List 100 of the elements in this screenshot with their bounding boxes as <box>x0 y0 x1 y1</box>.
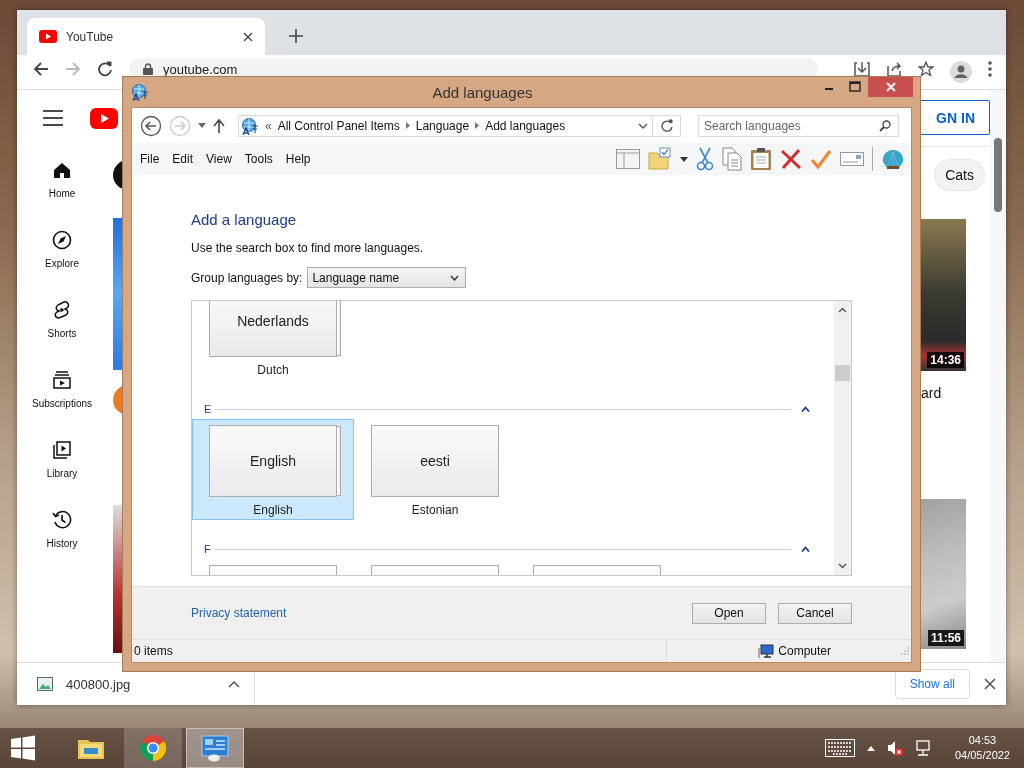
resize-grip-icon <box>901 647 909 655</box>
history-icon <box>52 509 72 530</box>
menu-item[interactable]: Edit <box>172 152 194 166</box>
close-icon <box>885 82 896 92</box>
compass-icon <box>52 229 72 250</box>
window-title: Add languages <box>431 83 534 101</box>
stacked-tile-edge <box>337 301 341 356</box>
scrollbar-thumb[interactable] <box>835 365 850 381</box>
browser-icon <box>138 733 168 763</box>
stacked-tile-edge <box>337 426 341 496</box>
page-heading: Add a language <box>191 211 298 228</box>
collapse-caret-icon[interactable] <box>801 406 810 412</box>
video-duration: 11:56 <box>927 630 964 646</box>
group-letter: E <box>204 403 212 415</box>
scissors-icon[interactable] <box>696 147 714 171</box>
language-option[interactable]: Nederlands Dutch <box>192 301 354 380</box>
group-letter: F <box>204 543 211 555</box>
breadcrumb-overflow[interactable]: « <box>265 118 272 133</box>
library-icon <box>52 439 72 460</box>
group-by-dropdown[interactable]: Language name <box>307 267 467 288</box>
address-bar[interactable]: « All Control Panel Items Language Add languages <box>238 114 654 137</box>
card-icon[interactable] <box>840 150 864 168</box>
caret-up-icon[interactable] <box>866 745 875 751</box>
menu-item[interactable]: File <box>140 152 160 166</box>
globe-language-icon <box>131 83 149 101</box>
reload-icon[interactable] <box>97 61 113 77</box>
refresh-icon <box>660 119 673 132</box>
collapse-caret-icon[interactable] <box>801 546 810 552</box>
language-name: Dutch <box>256 363 290 377</box>
dropdown-arrow-icon[interactable] <box>680 156 688 162</box>
video-title[interactable]: ard <box>921 385 942 401</box>
lock-icon <box>143 63 153 75</box>
taskbar-app[interactable] <box>124 728 182 768</box>
scrollbar-thumb[interactable] <box>994 138 1002 212</box>
show-all-button[interactable]: Show all <box>894 669 970 699</box>
dialog-button[interactable]: Open <box>692 602 766 624</box>
download-icon[interactable] <box>854 61 870 77</box>
scroll-down-icon[interactable] <box>838 563 847 569</box>
menu-item[interactable]: View <box>206 152 232 166</box>
muted-speaker-icon[interactable] <box>886 740 903 756</box>
language-option[interactable]: eesti Estonian <box>354 419 516 520</box>
language-name: English <box>252 503 294 517</box>
subscriptions-icon <box>52 369 72 390</box>
up-arrow-icon[interactable] <box>213 118 225 133</box>
scroll-up-icon[interactable] <box>838 307 847 313</box>
shorts-icon <box>52 299 72 320</box>
breadcrumb-item[interactable]: Language <box>415 118 470 133</box>
dropdown-arrow-icon[interactable] <box>198 123 206 128</box>
plus-icon[interactable] <box>289 29 303 43</box>
video-logo-icon <box>39 30 57 43</box>
computer-icon <box>758 644 775 658</box>
close-icon[interactable] <box>984 678 996 690</box>
language-option[interactable]: English English <box>192 419 354 520</box>
shell-icon[interactable] <box>881 148 905 170</box>
filter-chip[interactable]: Cats <box>934 159 985 191</box>
menu-icon[interactable] <box>43 110 63 126</box>
file-name: 400800.jpg <box>66 676 132 692</box>
clipboard-icon[interactable] <box>750 147 772 171</box>
breadcrumb-item[interactable]: All Control Panel Items <box>277 118 400 133</box>
field-label: Group languages by: <box>191 270 303 285</box>
search-icon[interactable] <box>879 119 891 132</box>
close-button[interactable] <box>868 77 913 97</box>
location-text: Computer <box>778 644 831 658</box>
language-tile: English <box>209 425 337 497</box>
layout-pane-icon[interactable] <box>616 148 640 170</box>
item-count: 0 items <box>134 644 174 658</box>
chevron-down-icon <box>450 274 460 281</box>
refresh-button[interactable] <box>653 114 681 137</box>
chevron-down-icon[interactable] <box>638 122 649 129</box>
profile-icon[interactable] <box>950 61 972 83</box>
network-icon[interactable] <box>914 740 931 756</box>
caret-up-icon <box>228 680 240 688</box>
menu-item[interactable]: Tools <box>244 152 273 166</box>
image-file-icon <box>37 677 53 691</box>
keyboard-icon[interactable] <box>824 739 855 757</box>
instruction-text: Use the search box to find more languages. <box>191 241 425 255</box>
language-tile: eesti <box>371 425 499 497</box>
close-icon[interactable] <box>243 31 253 42</box>
checkmark-icon[interactable] <box>810 148 832 170</box>
clock[interactable]: 04:53 04/05/2022 <box>954 733 1010 763</box>
back-arrow-icon[interactable] <box>33 61 49 77</box>
share-icon[interactable] <box>886 61 902 77</box>
tab-title: YouTube <box>66 29 115 44</box>
browser-tab[interactable]: YouTube <box>27 18 265 55</box>
search-field[interactable]: Search languages <box>698 114 899 137</box>
breadcrumb-item[interactable]: Add languages <box>485 118 566 133</box>
logo-icon[interactable] <box>90 107 118 129</box>
taskbar-app[interactable] <box>186 728 244 768</box>
clock-date: 04/05/2022 <box>954 748 1010 763</box>
control-panel-icon <box>200 733 230 763</box>
chevron-right-icon <box>475 122 480 129</box>
more-icon[interactable] <box>988 61 992 77</box>
language-name: Estonian <box>410 503 460 517</box>
start-windows-icon[interactable] <box>10 735 36 761</box>
delete-x-icon[interactable] <box>780 148 802 170</box>
menu-item[interactable]: Help <box>285 152 311 166</box>
folder-check-icon[interactable] <box>648 147 672 171</box>
star-icon[interactable] <box>918 61 934 77</box>
dialog-button[interactable]: Cancel <box>778 602 852 624</box>
privacy-link[interactable]: Privacy statement <box>191 606 287 620</box>
